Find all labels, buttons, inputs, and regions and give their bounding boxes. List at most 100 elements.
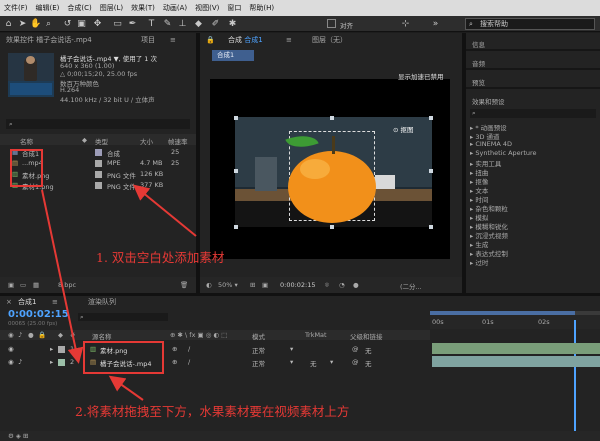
menu-effect[interactable]: 效果(T) <box>127 3 159 13</box>
tab-info[interactable]: 信息 <box>472 39 485 49</box>
menu-edit[interactable]: 编辑(E) <box>32 3 64 13</box>
col-parent[interactable]: 父级和链接 <box>350 331 383 341</box>
quality-icon[interactable]: / <box>188 358 190 366</box>
menu-animation[interactable]: 动画(A) <box>159 3 191 13</box>
brush-tool-icon[interactable]: ✎ <box>162 19 173 29</box>
tab-composition[interactable]: 合成 合成1 <box>228 33 263 47</box>
interpret-icon[interactable]: ▣ <box>8 281 14 289</box>
tab-audio[interactable]: 音频 <box>472 58 485 68</box>
comp-viewer[interactable]: 显示加速已禁用 ⊙ 抠图 <box>210 73 450 259</box>
tab-comp1[interactable]: 合成1 <box>18 296 36 308</box>
camera-tool-icon[interactable]: ▣ <box>76 19 87 29</box>
bpc-label[interactable]: 8 bpc <box>58 281 76 289</box>
pen-tool-icon[interactable]: ✒ <box>127 19 138 29</box>
project-tab[interactable]: 项目 <box>141 33 155 47</box>
effect-category[interactable]: ▸ 过时 <box>470 257 488 267</box>
new-folder-icon[interactable]: ▭ <box>20 281 26 289</box>
annotation-step2: 2.将素材拖拽至下方，水果素材要在视频素材上方 <box>75 404 350 419</box>
rotate-tool-icon[interactable]: ↺ <box>62 19 73 29</box>
col-name[interactable]: 名称 <box>20 136 33 146</box>
panel-menu-icon[interactable]: ≡ <box>286 33 292 47</box>
zoom-tool-icon[interactable]: ⌕ <box>43 19 54 29</box>
parent-pickwhip-icon[interactable]: @ <box>352 358 359 366</box>
tab-preview[interactable]: 预览 <box>472 77 485 87</box>
type-tool-icon[interactable]: T <box>146 19 157 29</box>
menu-help[interactable]: 帮助(H) <box>245 3 278 13</box>
shy-icon[interactable]: ⊕ <box>172 345 177 353</box>
clip-dimensions: 640 x 360 (1.00) <box>60 62 115 70</box>
effects-header: 效果和预设 <box>466 90 600 108</box>
parent-pickwhip-icon[interactable]: @ <box>352 345 359 353</box>
playhead[interactable] <box>574 320 576 441</box>
lock-icon[interactable]: 🔒 <box>206 33 215 47</box>
tab-render-queue[interactable]: 渲染队列 <box>88 296 116 308</box>
col-mode[interactable]: 模式 <box>252 331 265 341</box>
shy-icon[interactable]: ⊕ <box>172 358 177 366</box>
timeline-timecode[interactable]: 0:00:02:15 <box>8 309 69 320</box>
grid-icon[interactable]: ⊞ <box>250 281 255 289</box>
panel-menu-icon[interactable]: ≡ <box>52 296 58 308</box>
work-area-bar[interactable] <box>430 311 575 315</box>
panel-menu-icon[interactable]: ≡ <box>170 33 176 47</box>
eye-icon[interactable]: ◉ <box>8 358 14 366</box>
project-search-input[interactable]: ⌕ <box>6 119 190 129</box>
always-preview-icon[interactable]: ◐ <box>206 281 212 289</box>
mode-dropdown-icon[interactable]: ▾ <box>290 345 293 353</box>
close-icon[interactable]: × <box>6 296 12 308</box>
menu-composition[interactable]: 合成(C) <box>63 3 95 13</box>
workspace-menu-icon[interactable]: » <box>430 19 441 29</box>
snapshot-icon[interactable]: ⌾ <box>325 281 329 290</box>
layer-search-input[interactable]: ⌕ <box>78 313 168 321</box>
help-search-input[interactable]: ⌕ 搜索帮助 <box>465 18 595 30</box>
footer-icons[interactable]: ⚙ ◈ ⊞ <box>8 432 28 440</box>
layer-row[interactable]: ◉ ▸ 1 ▥ 素材.png ⊕ / 正常 ▾ @ 无 <box>0 343 430 355</box>
menu-layer[interactable]: 图层(L) <box>96 3 127 13</box>
eye-icon[interactable]: ◉ <box>8 345 14 353</box>
col-size[interactable]: 大小 <box>140 136 153 146</box>
effect-category[interactable]: ▸ Synthetic Aperture <box>470 149 537 157</box>
expand-icon[interactable]: ▸ <box>50 358 53 366</box>
home-icon[interactable]: ⌂ <box>3 19 14 29</box>
menu-view[interactable]: 视图(V) <box>191 3 223 13</box>
zoom-label[interactable]: 50% ▾ <box>218 281 238 289</box>
col-trkmat[interactable]: TrkMat <box>305 331 327 339</box>
col-type[interactable]: 类型 <box>95 136 108 146</box>
layer-columns-header: ◉ ♪ ● 🔒 ◆ # 源名称 ⊕ ✱ \ fx ▣ ◎ ◐ ⬚ 模式 TrkM… <box>0 330 430 341</box>
expand-icon[interactable]: ▸ <box>50 345 53 353</box>
pan-tool-icon[interactable]: ✥ <box>92 19 103 29</box>
trash-icon[interactable]: 🗑 <box>180 281 188 289</box>
effects-search-input[interactable]: ⌕ <box>470 109 596 118</box>
effect-category[interactable]: ▸ CINEMA 4D <box>470 140 512 148</box>
clone-tool-icon[interactable]: ⊥ <box>177 19 188 29</box>
viewer-timecode[interactable]: 0:00:02:15 <box>280 281 316 289</box>
show-snapshot-icon[interactable]: ◔ <box>339 281 345 289</box>
eraser-tool-icon[interactable]: ◆ <box>193 19 204 29</box>
comp-sub-tab[interactable]: 合成1 <box>212 50 254 61</box>
selection-tool-icon[interactable]: ➤ <box>17 19 28 29</box>
col-fps[interactable]: 帧速率 <box>168 136 188 146</box>
snap-checkbox[interactable] <box>327 19 336 28</box>
menu-window[interactable]: 窗口 <box>223 3 245 13</box>
menu-file[interactable]: 文件(F) <box>0 3 32 13</box>
layer-bar[interactable] <box>432 343 600 354</box>
roto-tool-icon[interactable]: ✐ <box>210 19 221 29</box>
trkmat-dropdown-icon[interactable]: ▾ <box>330 358 333 366</box>
color-channel-icon[interactable]: ● <box>353 281 359 289</box>
quality-icon[interactable]: / <box>188 345 190 353</box>
tab-layer[interactable]: 图层（无） <box>312 33 347 47</box>
snap-option-icon[interactable]: ⊹ <box>400 19 411 29</box>
safe-zones-icon[interactable]: ▣ <box>262 281 268 289</box>
col-source-name[interactable]: 源名称 <box>92 331 112 341</box>
resolution-select[interactable]: (二分... <box>400 281 422 291</box>
layer-row[interactable]: ◉ ♪ ▸ 2 ▤ 橘子会说话-.mp4 ⊕ / 正常 ▾ 无 ▾ @ 无 <box>0 356 430 368</box>
timeline-tabs: × 合成1 ≡ 渲染队列 <box>0 296 600 308</box>
new-comp-icon[interactable]: ▦ <box>33 281 39 289</box>
search-icon: ⌕ <box>469 20 473 28</box>
hand-tool-icon[interactable]: ✋ <box>30 19 41 29</box>
tab-effects[interactable]: 效果和预设 <box>472 96 505 106</box>
rectangle-tool-icon[interactable]: ▭ <box>112 19 123 29</box>
audio-icon[interactable]: ♪ <box>18 358 22 366</box>
layer-bar[interactable] <box>432 356 600 367</box>
mode-dropdown-icon[interactable]: ▾ <box>290 358 293 366</box>
puppet-tool-icon[interactable]: ✱ <box>227 19 238 29</box>
